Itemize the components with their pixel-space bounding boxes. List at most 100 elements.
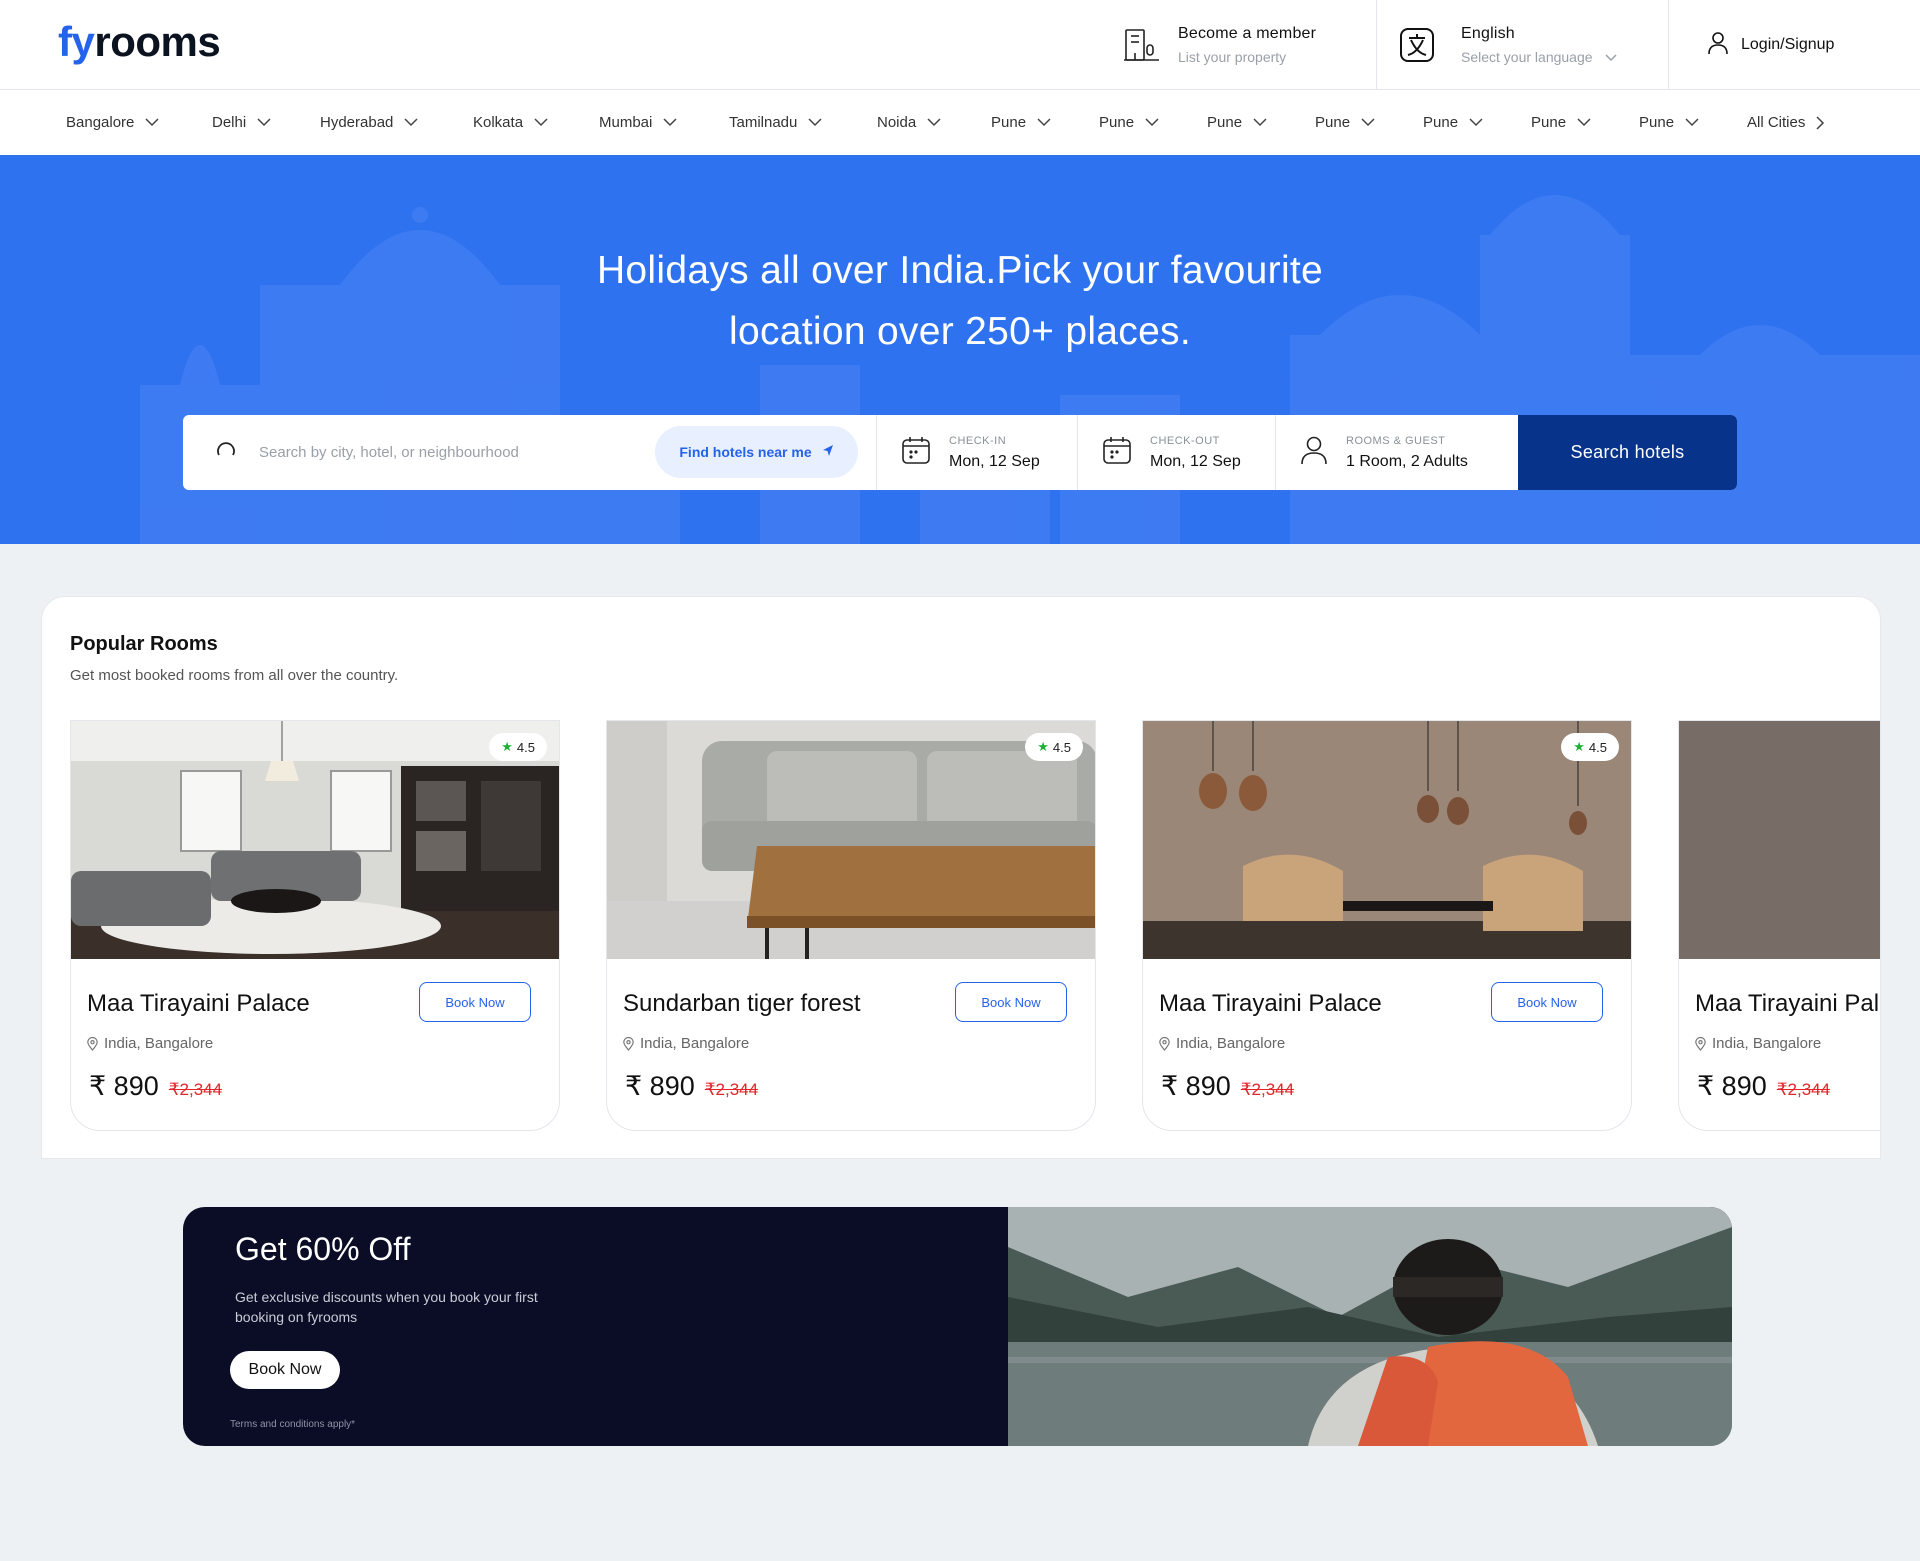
location-text: India, Bangalore (1176, 1035, 1286, 1052)
popular-rooms-section: Popular Rooms Get most booked rooms from… (41, 596, 1881, 1159)
near-me-label: Find hotels near me (679, 444, 812, 460)
city-item-kolkata[interactable]: Kolkata (473, 114, 599, 131)
chevron-down-icon (1577, 118, 1591, 127)
star-icon: ★ (1037, 739, 1049, 754)
city-item-pune[interactable]: Pune (1207, 114, 1315, 131)
current-price: ₹ 890 (89, 1071, 159, 1101)
city-item-noida[interactable]: Noida (877, 114, 991, 131)
current-price: ₹ 890 (1161, 1071, 1231, 1101)
original-price: ₹2,344 (704, 1080, 759, 1099)
rooms-guest-field[interactable]: ROOMS & GUEST 1 Room, 2 Adults (1275, 415, 1518, 490)
checkin-field[interactable]: CHECK-IN Mon, 12 Sep (876, 415, 1077, 490)
location-text: India, Bangalore (104, 1035, 214, 1052)
find-hotels-near-me-button[interactable]: Find hotels near me (655, 426, 858, 478)
user-icon (1707, 31, 1729, 60)
city-item-all-cities[interactable]: All Cities (1747, 114, 1825, 131)
member-subtitle: List your property (1178, 49, 1287, 65)
room-image: ★ 4.5 (607, 721, 1095, 959)
city-item-pune[interactable]: Pune (1639, 114, 1747, 131)
room-card[interactable]: ★ 4.5 Maa Tirayaini Palace Book Now India… (70, 720, 560, 1131)
room-card[interactable]: ★ 4.5 Sundarban tiger forest Book Now Ind… (606, 720, 1096, 1131)
section-subtitle: Get most booked rooms from all over the … (70, 667, 399, 684)
checkout-value: Mon, 12 Sep (1150, 452, 1241, 470)
hero-banner: Holidays all over India.Pick your favour… (0, 155, 1920, 544)
room-price: ₹ 890 ₹2,344 (1697, 1071, 1830, 1102)
search-bar: Find hotels near me CHECK-IN Mon, 12 Sep… (183, 415, 1737, 490)
room-card[interactable]: Maa Tirayaini Palace India, Bangalore ₹ … (1678, 720, 1880, 1131)
location-text: India, Bangalore (1712, 1035, 1822, 1052)
book-now-button[interactable]: Book Now (955, 982, 1067, 1022)
room-card[interactable]: ★ 4.5 Maa Tirayaini Palace Book Now India… (1142, 720, 1632, 1131)
login-signup-button[interactable]: Login/Signup (1668, 0, 1920, 90)
city-item-pune[interactable]: Pune (1531, 114, 1639, 131)
chevron-down-icon (1685, 118, 1699, 127)
city-label: Mumbai (599, 114, 653, 131)
room-name: Maa Tirayaini Palace (1159, 990, 1382, 1017)
promo-text: Get exclusive discounts when you book yo… (235, 1289, 538, 1325)
room-name: Maa Tirayaini Palace (1695, 990, 1880, 1017)
location-pin-icon (1695, 1036, 1706, 1051)
login-label: Login/Signup (1741, 36, 1835, 53)
section-title: Popular Rooms (70, 633, 218, 655)
chevron-down-icon (663, 118, 677, 127)
search-field[interactable]: Find hotels near me (183, 415, 876, 490)
search-icon (215, 439, 237, 466)
become-member-link[interactable]: Become a member List your property (1122, 0, 1316, 90)
city-item-pune[interactable]: Pune (1315, 114, 1423, 131)
city-item-delhi[interactable]: Delhi (212, 114, 320, 131)
language-current: English (1461, 25, 1515, 42)
building-icon (1122, 25, 1162, 65)
original-price: ₹2,344 (1240, 1080, 1295, 1099)
city-item-mumbai[interactable]: Mumbai (599, 114, 729, 131)
rooms-label: ROOMS & GUEST (1346, 434, 1446, 447)
rating-value: 4.5 (1052, 739, 1071, 755)
checkin-label: CHECK-IN (949, 434, 1007, 447)
brand-logo-part1: fy (58, 18, 95, 65)
current-price: ₹ 890 (625, 1071, 695, 1101)
room-location: India, Bangalore (1159, 1035, 1285, 1052)
language-selector[interactable]: English Select your language (1376, 0, 1668, 90)
calendar-icon (901, 435, 931, 470)
promo-image (1008, 1207, 1732, 1446)
chevron-down-icon (404, 118, 418, 127)
chevron-down-icon (808, 118, 822, 127)
city-item-pune[interactable]: Pune (1423, 114, 1531, 131)
hero-title-line1: Holidays all over India.Pick your favour… (596, 249, 1324, 292)
translate-icon (1397, 25, 1437, 65)
city-item-pune[interactable]: Pune (991, 114, 1099, 131)
location-pin-icon (1159, 1036, 1170, 1051)
original-price: ₹2,344 (168, 1080, 223, 1099)
hero-title-line2: location over 250+ places. (728, 310, 1191, 353)
city-item-tamilnadu[interactable]: Tamilnadu (729, 114, 877, 131)
search-input[interactable] (259, 444, 639, 461)
city-label: Pune (1099, 114, 1135, 131)
chevron-down-icon (257, 118, 271, 127)
city-item-bangalore[interactable]: Bangalore (66, 114, 212, 131)
city-label: Kolkata (473, 114, 524, 131)
language-subtitle: Select your language (1461, 49, 1593, 65)
chevron-down-icon (1605, 49, 1617, 65)
brand-logo[interactable]: fyrooms (58, 18, 221, 66)
city-label: Pune (991, 114, 1027, 131)
rating-value: 4.5 (516, 739, 535, 755)
navigation-arrow-icon (822, 444, 834, 460)
city-label: Pune (1531, 114, 1567, 131)
city-item-hyderabad[interactable]: Hyderabad (320, 114, 473, 131)
chevron-down-icon (927, 118, 941, 127)
star-icon: ★ (1573, 739, 1585, 754)
rating-badge: ★ 4.5 (1561, 733, 1619, 761)
calendar-icon (1102, 435, 1132, 470)
promo-book-now-button[interactable]: Book Now (230, 1351, 340, 1389)
rating-badge: ★ 4.5 (489, 733, 547, 761)
book-now-button[interactable]: Book Now (419, 982, 531, 1022)
room-price: ₹ 890 ₹2,344 (1161, 1071, 1294, 1102)
chevron-down-icon (1037, 118, 1051, 127)
city-nav: Bangalore Delhi Hyderabad Kolkata Mumbai… (0, 90, 1920, 155)
chevron-down-icon (1145, 118, 1159, 127)
book-now-button[interactable]: Book Now (1491, 982, 1603, 1022)
checkout-field[interactable]: CHECK-OUT Mon, 12 Sep (1077, 415, 1275, 490)
city-item-pune[interactable]: Pune (1099, 114, 1207, 131)
city-label: Pune (1207, 114, 1243, 131)
search-hotels-button[interactable]: Search hotels (1518, 415, 1737, 490)
room-name: Sundarban tiger forest (623, 990, 861, 1017)
